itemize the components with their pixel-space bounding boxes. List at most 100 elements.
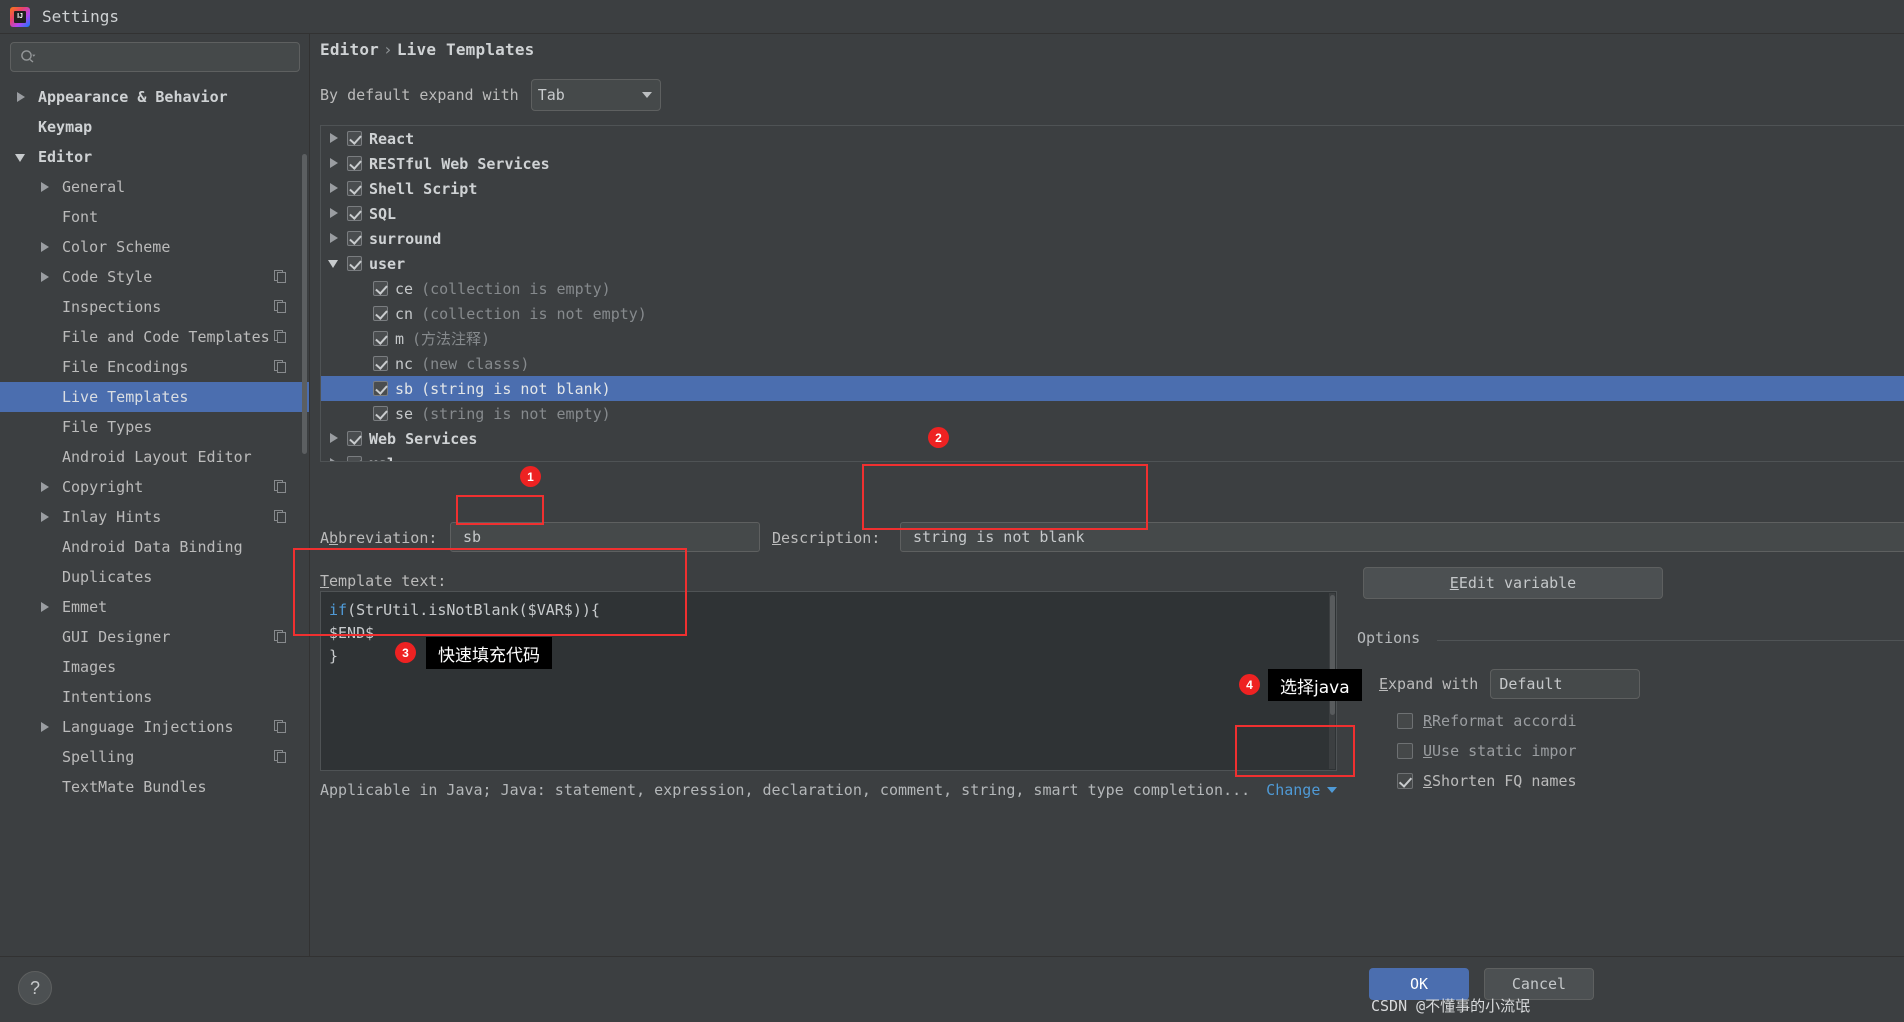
template-row[interactable]: cn (collection is not empty) [321,301,1904,326]
checkbox-checked-icon[interactable] [347,256,362,271]
sidebar-item-code-style[interactable]: Code Style [0,262,309,292]
checkbox-checked-icon[interactable] [373,356,388,371]
template-row[interactable]: user [321,251,1904,276]
breadcrumb-separator: › [383,40,393,59]
copy-icon[interactable] [274,330,287,343]
template-row[interactable]: nc (new classs) [321,351,1904,376]
template-row[interactable]: xsl [321,451,1904,461]
sidebar-item-live-templates[interactable]: Live Templates [0,382,309,412]
description-input[interactable]: string is not blank [900,522,1904,552]
checkbox-checked-icon[interactable] [347,431,362,446]
expand-with-select[interactable]: Default [1490,669,1641,699]
template-text-editor[interactable]: if(StrUtil.isNotBlank($VAR$)){ $END$ } [320,591,1337,771]
chevron-right-icon[interactable] [14,90,28,104]
sidebar-item-appearance-behavior[interactable]: Appearance & Behavior [0,82,309,112]
checkbox-checked-icon[interactable] [347,181,362,196]
checkbox-checked-icon[interactable] [373,381,388,396]
description-label: Description: [772,529,881,547]
sidebar-item-spelling[interactable]: Spelling [0,742,309,772]
checkbox-checked-icon[interactable] [347,156,362,171]
templates-list[interactable]: React RESTful Web Services Shell Script SQL… [320,125,1904,462]
sidebar-item-inspections[interactable]: Inspections [0,292,309,322]
sidebar-item-copyright[interactable]: Copyright [0,472,309,502]
sidebar-item-inlay-hints[interactable]: Inlay Hints [0,502,309,532]
sidebar-item-general[interactable]: General [0,172,309,202]
sidebar-item-android-data-binding[interactable]: Android Data Binding [0,532,309,562]
copy-icon[interactable] [274,750,287,763]
sidebar-item-font[interactable]: Font [0,202,309,232]
option-reformat-row[interactable]: RReformat accordi [1397,712,1577,730]
copy-icon[interactable] [274,270,287,283]
sidebar-item-emmet[interactable]: Emmet [0,592,309,622]
checkbox-checked-icon[interactable] [347,231,362,246]
checkbox-checked-icon[interactable] [373,281,388,296]
sidebar-item-gui-designer[interactable]: GUI Designer [0,622,309,652]
sidebar-item-duplicates[interactable]: Duplicates [0,562,309,592]
chevron-right-icon[interactable] [325,426,347,451]
checkbox-checked-icon[interactable] [373,406,388,421]
change-context-link[interactable]: Change [1266,781,1338,799]
default-expand-select[interactable]: Tab [530,79,661,111]
template-description: (collection is empty) [421,279,611,298]
chevron-right-icon[interactable] [38,600,52,614]
sidebar-item-label: Inspections [62,298,162,316]
chevron-down-icon[interactable] [325,251,347,276]
sidebar-item-intentions[interactable]: Intentions [0,682,309,712]
option-static-import-row[interactable]: UUse static impor [1397,742,1577,760]
chevron-right-icon[interactable] [38,720,52,734]
template-row[interactable]: ce (collection is empty) [321,276,1904,301]
chevron-right-icon[interactable] [38,240,52,254]
sidebar-item-images[interactable]: Images [0,652,309,682]
sidebar-item-color-scheme[interactable]: Color Scheme [0,232,309,262]
checkbox-checked-icon[interactable] [347,456,362,461]
chevron-right-icon[interactable] [38,270,52,284]
checkbox-checked-icon[interactable] [347,206,362,221]
template-row[interactable]: RESTful Web Services [321,151,1904,176]
copy-icon[interactable] [274,300,287,313]
chevron-right-icon[interactable] [325,176,347,201]
template-row[interactable]: SQL [321,201,1904,226]
checkbox-checked-icon[interactable] [373,331,388,346]
copy-icon[interactable] [274,630,287,643]
sidebar-item-label: Editor [38,148,93,166]
sidebar-item-language-injections[interactable]: Language Injections [0,712,309,742]
chevron-down-icon[interactable] [14,150,28,164]
chevron-right-icon[interactable] [38,180,52,194]
template-row[interactable]: React [321,126,1904,151]
sidebar-item-file-types[interactable]: File Types [0,412,309,442]
sidebar-scrollbar[interactable] [302,154,307,454]
template-row[interactable]: sb (string is not blank) [321,376,1904,401]
sidebar-item-file-and-code-templates[interactable]: File and Code Templates [0,322,309,352]
template-row[interactable]: Web Services [321,426,1904,451]
sidebar-item-file-encodings[interactable]: File Encodings [0,352,309,382]
template-row[interactable]: m (方法注释) [321,326,1904,351]
copy-icon[interactable] [274,720,287,733]
abbreviation-input[interactable]: sb [450,522,760,552]
chevron-right-icon[interactable] [38,480,52,494]
checkbox-checked-icon[interactable] [347,131,362,146]
template-row[interactable]: Shell Script [321,176,1904,201]
checkbox-icon[interactable] [1397,743,1413,759]
sidebar-item-textmate-bundles[interactable]: TextMate Bundles [0,772,309,802]
copy-icon[interactable] [274,510,287,523]
sidebar-item-keymap[interactable]: Keymap [0,112,309,142]
checkbox-icon[interactable] [1397,713,1413,729]
help-button[interactable]: ? [18,971,52,1005]
chevron-right-icon[interactable] [325,151,347,176]
sidebar-item-android-layout-editor[interactable]: Android Layout Editor [0,442,309,472]
sidebar-item-label: Spelling [62,748,135,766]
chevron-right-icon[interactable] [38,510,52,524]
chevron-right-icon[interactable] [325,226,347,251]
chevron-right-icon[interactable] [325,451,347,461]
chevron-right-icon[interactable] [325,126,347,151]
chevron-right-icon[interactable] [325,201,347,226]
template-row[interactable]: se (string is not empty) [321,401,1904,426]
edit-variables-button[interactable]: EEdit variable [1363,567,1663,599]
copy-icon[interactable] [274,480,287,493]
copy-icon[interactable] [274,360,287,373]
sidebar-item-editor[interactable]: Editor [0,142,309,172]
settings-search-input[interactable] [10,42,300,72]
checkbox-checked-icon[interactable] [373,306,388,321]
template-row[interactable]: surround [321,226,1904,251]
